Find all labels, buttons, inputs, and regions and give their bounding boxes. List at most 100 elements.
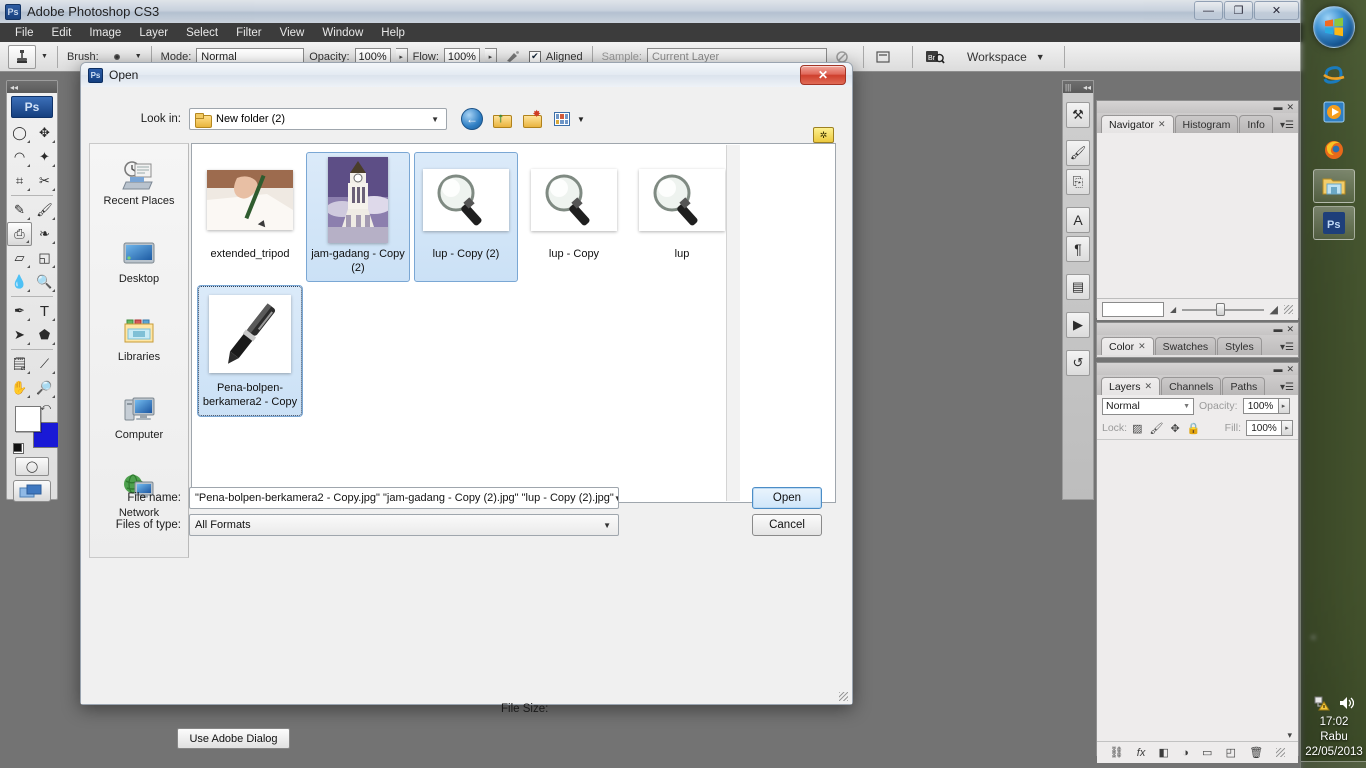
color-panel-menu-icon[interactable]: ▾☰ xyxy=(1280,342,1294,353)
history-brush-tool[interactable]: ❧ xyxy=(32,222,57,246)
lock-image-pixels-icon[interactable]: 🖌 xyxy=(1150,422,1164,435)
close-button[interactable]: ✕ xyxy=(1254,1,1299,20)
place-libraries[interactable]: Libraries xyxy=(90,300,188,378)
bridge-icon[interactable]: Br xyxy=(922,49,948,65)
notes-tool[interactable]: 🗒 xyxy=(7,352,32,376)
blur-tool[interactable]: 💧 xyxy=(7,270,32,294)
menu-item-select[interactable]: Select xyxy=(177,25,227,41)
tool-preset-chevron-icon[interactable]: ▼ xyxy=(41,53,48,60)
cancel-button[interactable]: Cancel xyxy=(752,514,822,536)
up-one-level-button[interactable] xyxy=(491,108,513,130)
file-item-jam-gadang-copy-2[interactable]: jam-gadang - Copy (2) xyxy=(306,152,410,282)
dialog-close-button[interactable]: ✕ xyxy=(800,65,846,85)
healing-brush-tool[interactable]: ✎ xyxy=(7,198,32,222)
brush-chevron-icon[interactable]: ▼ xyxy=(135,53,142,60)
navigator-panel-menu-icon[interactable]: ▾☰ xyxy=(1280,120,1294,131)
menu-item-filter[interactable]: Filter xyxy=(227,25,271,41)
tab-color-close-icon[interactable]: ✕ xyxy=(1138,341,1146,352)
file-item-lup-copy[interactable]: lup - Copy xyxy=(522,152,626,282)
open-button[interactable]: Open xyxy=(752,487,822,509)
menu-item-view[interactable]: View xyxy=(271,25,314,41)
tab-layers-close-icon[interactable]: ✕ xyxy=(1145,381,1153,392)
layers-minimize-icon[interactable]: ▬ xyxy=(1273,364,1282,374)
dodge-tool[interactable]: 🔍 xyxy=(32,270,57,294)
files-of-type-chevron-down-icon[interactable]: ▼ xyxy=(603,521,616,530)
create-new-folder-button[interactable] xyxy=(521,108,543,130)
tool-presets-icon[interactable]: ⚒ xyxy=(1066,102,1090,128)
hand-tool[interactable]: ✋ xyxy=(7,376,32,400)
lock-transparent-pixels-icon[interactable]: ▨ xyxy=(1132,422,1142,435)
dialog-titlebar[interactable]: Ps Open ✕ xyxy=(81,63,852,87)
volume-icon[interactable] xyxy=(1338,695,1354,711)
tab-navigator[interactable]: Navigator ✕ xyxy=(1101,115,1174,133)
back-button[interactable]: ← xyxy=(461,108,483,130)
brushes-icon[interactable]: 🖌 xyxy=(1066,140,1090,166)
menu-item-help[interactable]: Help xyxy=(372,25,414,41)
layer-opacity-stepper[interactable]: ▸ xyxy=(1278,398,1290,414)
views-button[interactable] xyxy=(551,108,573,130)
color-minimize-icon[interactable]: ▬ xyxy=(1273,324,1282,334)
menu-item-edit[interactable]: Edit xyxy=(43,25,81,41)
menu-item-window[interactable]: Window xyxy=(313,25,372,41)
shape-tool[interactable]: ⬟ xyxy=(32,323,57,347)
navigator-panel-titlebar[interactable]: ▬ ✕ xyxy=(1097,101,1298,113)
crop-tool[interactable]: ⌗ xyxy=(7,169,32,193)
move-tool[interactable]: ✥ xyxy=(32,121,57,145)
file-name-chevron-down-icon[interactable]: ▼ xyxy=(614,494,618,503)
workspace-chevron-icon[interactable]: ▼ xyxy=(1036,52,1045,62)
aligned-checkbox[interactable]: ✔ xyxy=(528,50,541,63)
file-item-lup-copy-2[interactable]: lup - Copy (2) xyxy=(414,152,518,282)
delete-layer-icon[interactable]: 🗑 xyxy=(1249,746,1263,759)
zoom-tool[interactable]: 🔎 xyxy=(32,376,57,400)
firefox-icon[interactable] xyxy=(1313,132,1355,166)
menu-item-layer[interactable]: Layer xyxy=(130,25,177,41)
workspace-button[interactable]: Workspace xyxy=(967,50,1027,64)
layer-mask-icon[interactable]: ◧ xyxy=(1159,746,1169,759)
navigator-resize-grip[interactable] xyxy=(1284,305,1293,314)
dock-collapse-handle[interactable]: ||| ◂◂ xyxy=(1063,81,1093,93)
file-item-extended-tripod[interactable]: extended_tripod xyxy=(198,152,302,282)
layer-fill-stepper[interactable]: ▸ xyxy=(1282,420,1293,436)
layer-fill-input[interactable]: 100% xyxy=(1246,420,1282,436)
navigator-zoom-input[interactable] xyxy=(1102,302,1164,317)
internet-explorer-icon[interactable] xyxy=(1313,58,1355,92)
swap-colors-icon[interactable]: ⤺ xyxy=(40,402,51,413)
new-layer-icon[interactable]: ◰ xyxy=(1226,746,1236,759)
color-panel-titlebar[interactable]: ▬ ✕ xyxy=(1097,323,1298,335)
show-desktop-button[interactable] xyxy=(1301,761,1366,768)
navigator-minimize-icon[interactable]: ▬ xyxy=(1273,102,1282,112)
tab-channels[interactable]: Channels xyxy=(1161,377,1222,395)
default-colors-icon[interactable] xyxy=(13,443,24,454)
gradient-tool[interactable]: ◱ xyxy=(32,246,57,270)
lasso-tool[interactable]: ◠ xyxy=(7,145,32,169)
color-close-icon[interactable]: ✕ xyxy=(1286,324,1294,335)
tray-date[interactable]: 22/05/2013 xyxy=(1301,745,1366,760)
layer-opacity-input[interactable]: 100% xyxy=(1242,398,1279,414)
pen-tool[interactable]: ✒ xyxy=(7,299,32,323)
animation-icon[interactable]: ▶ xyxy=(1066,312,1090,338)
restore-button[interactable]: ❐ xyxy=(1224,1,1253,20)
tab-layers[interactable]: Layers ✕ xyxy=(1101,377,1161,395)
tab-navigator-close-icon[interactable]: ✕ xyxy=(1158,119,1166,130)
place-recent-places[interactable]: Recent Places xyxy=(90,144,188,222)
layers-panel-titlebar[interactable]: ▬ ✕ xyxy=(1097,363,1298,375)
foreground-color-swatch[interactable] xyxy=(15,406,41,432)
file-list-scrollbar[interactable] xyxy=(726,145,740,501)
windows-media-player-icon[interactable] xyxy=(1313,95,1355,129)
dialog-resize-grip[interactable] xyxy=(839,692,848,701)
magic-wand-tool[interactable]: ✦ xyxy=(32,145,57,169)
lock-all-icon[interactable]: 🔒 xyxy=(1187,422,1201,435)
photoshop-titlebar[interactable]: Ps Adobe Photoshop CS3 — ❐ ✕ xyxy=(0,0,1303,23)
minimize-button[interactable]: — xyxy=(1194,1,1223,20)
use-adobe-dialog-button[interactable]: Use Adobe Dialog xyxy=(177,728,290,749)
place-desktop[interactable]: Desktop xyxy=(90,222,188,300)
character-icon[interactable]: A xyxy=(1066,207,1090,233)
brush-tool[interactable]: 🖌 xyxy=(32,198,57,222)
layers-panel-menu-icon[interactable]: ▾☰ xyxy=(1280,382,1294,393)
look-in-combo[interactable]: New folder (2) ▼ xyxy=(189,108,447,130)
network-warning-icon[interactable] xyxy=(1314,695,1330,711)
slice-tool[interactable]: ✂ xyxy=(32,169,57,193)
layer-comps-icon[interactable]: ▤ xyxy=(1066,274,1090,300)
paragraph-icon[interactable]: ¶ xyxy=(1066,236,1090,262)
layers-resize-grip[interactable] xyxy=(1276,748,1286,757)
